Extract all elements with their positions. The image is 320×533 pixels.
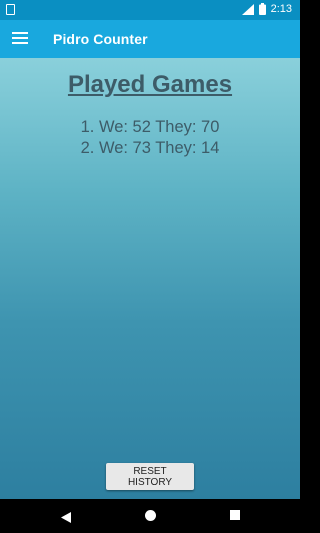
recents-icon[interactable]	[230, 510, 240, 520]
sd-card-icon	[6, 4, 15, 15]
game-entry: 2. We: 73 They: 14	[80, 139, 220, 157]
battery-icon	[258, 3, 266, 15]
status-time: 2:13	[270, 3, 292, 15]
main-content: Played Games 1. We: 52 They: 70 2. We: 7…	[0, 58, 300, 499]
hamburger-menu-icon[interactable]	[12, 32, 28, 46]
status-icons: 2:13	[241, 3, 292, 15]
games-list: 1. We: 52 They: 70 2. We: 73 They: 14	[0, 117, 300, 159]
signal-icon	[241, 3, 254, 15]
page-heading: Played Games	[67, 71, 233, 98]
app-title: Pidro Counter	[53, 31, 148, 47]
app-bar: Pidro Counter	[0, 20, 300, 58]
home-icon[interactable]	[145, 510, 156, 521]
reset-history-button[interactable]: RESET HISTORY	[106, 463, 194, 490]
game-entry: 1. We: 52 They: 70	[80, 118, 220, 136]
back-icon[interactable]	[61, 510, 71, 528]
navigation-bar	[0, 499, 300, 533]
status-bar: 2:13	[0, 0, 300, 20]
